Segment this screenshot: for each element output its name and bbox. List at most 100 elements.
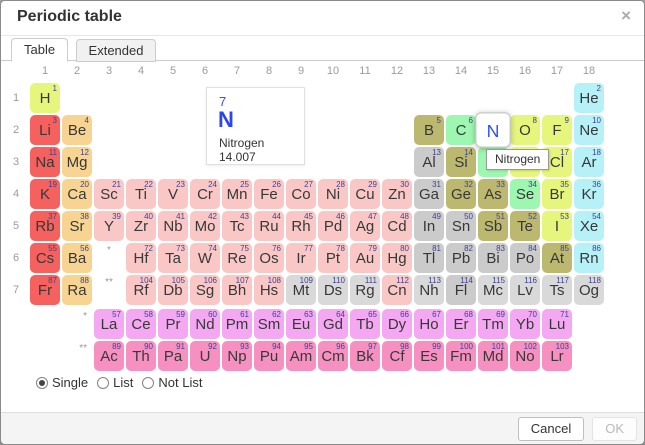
element-cell[interactable]: 77Ir (286, 243, 316, 273)
radio-not-list[interactable]: Not List (142, 375, 202, 390)
element-cell[interactable]: 103Lr (542, 341, 572, 371)
element-cell[interactable]: 109Mt (286, 275, 316, 305)
element-cell[interactable]: 104Rf (126, 275, 156, 305)
element-cell[interactable]: 74W (190, 243, 220, 273)
element-cell[interactable]: 36Kr (574, 179, 604, 209)
element-cell[interactable]: 78Pt (318, 243, 348, 273)
element-cell[interactable]: 110Ds (318, 275, 348, 305)
element-cell[interactable]: 86Rn (574, 243, 604, 273)
element-cell[interactable]: 63Eu (286, 309, 316, 339)
element-cell[interactable]: 89Ac (94, 341, 124, 371)
element-cell[interactable]: 64Gd (318, 309, 348, 339)
element-cell[interactable]: 25Mn (222, 179, 252, 209)
element-cell[interactable]: 10Ne (574, 115, 604, 145)
element-cell[interactable]: 117Ts (542, 275, 572, 305)
element-cell[interactable]: 82Pb (446, 243, 476, 273)
element-cell[interactable]: 32Ge (446, 179, 476, 209)
element-cell[interactable]: 111Rg (350, 275, 380, 305)
element-cell[interactable]: 81Tl (414, 243, 444, 273)
element-cell[interactable]: 48Cd (382, 211, 412, 241)
element-cell[interactable]: 84Po (510, 243, 540, 273)
element-cell[interactable]: 65Tb (350, 309, 380, 339)
element-cell[interactable]: 87Fr (30, 275, 60, 305)
element-cell[interactable]: 73Ta (158, 243, 188, 273)
element-cell[interactable]: 53I (542, 211, 572, 241)
element-cell[interactable]: 35Br (542, 179, 572, 209)
element-cell[interactable]: 29Cu (350, 179, 380, 209)
element-cell[interactable]: 26Fe (254, 179, 284, 209)
element-cell[interactable]: 59Pr (158, 309, 188, 339)
element-cell[interactable]: 46Pd (318, 211, 348, 241)
element-cell[interactable]: 102No (510, 341, 540, 371)
element-cell[interactable]: 101Md (478, 341, 508, 371)
element-cell[interactable]: 11Na (30, 147, 60, 177)
element-cell[interactable]: 56Ba (62, 243, 92, 273)
element-cell[interactable]: 27Co (286, 179, 316, 209)
tab-table[interactable]: Table (11, 38, 68, 62)
radio-single[interactable]: Single (36, 375, 88, 390)
element-cell[interactable]: 91Pa (158, 341, 188, 371)
element-cell[interactable]: 54Xe (574, 211, 604, 241)
element-cell[interactable]: 1H (30, 83, 60, 113)
element-cell[interactable]: 41Nb (158, 211, 188, 241)
cancel-button[interactable]: Cancel (518, 417, 584, 441)
element-cell[interactable]: 22Ti (126, 179, 156, 209)
element-cell[interactable]: 30Zn (382, 179, 412, 209)
element-cell[interactable]: 61Pm (222, 309, 252, 339)
close-icon[interactable]: × (621, 7, 631, 24)
element-cell[interactable]: 105Db (158, 275, 188, 305)
element-cell[interactable]: 49In (414, 211, 444, 241)
element-cell[interactable]: 114Fl (446, 275, 476, 305)
element-cell[interactable]: 99Es (414, 341, 444, 371)
element-cell[interactable]: 71Lu (542, 309, 572, 339)
element-cell[interactable]: 96Cm (318, 341, 348, 371)
element-cell[interactable]: 115Mc (478, 275, 508, 305)
element-cell[interactable]: 66Dy (382, 309, 412, 339)
element-cell[interactable]: 72Hf (126, 243, 156, 273)
element-cell[interactable]: 40Zr (126, 211, 156, 241)
element-cell[interactable]: 20Ca (62, 179, 92, 209)
element-cell[interactable]: 33As (478, 179, 508, 209)
element-cell[interactable]: 94Pu (254, 341, 284, 371)
element-cell[interactable]: 3Li (30, 115, 60, 145)
element-cell[interactable]: 34Se (510, 179, 540, 209)
element-cell[interactable]: 4Be (62, 115, 92, 145)
element-cell[interactable]: 79Au (350, 243, 380, 273)
element-cell[interactable]: 100Fm (446, 341, 476, 371)
element-cell[interactable]: 68Er (446, 309, 476, 339)
ok-button[interactable]: OK (592, 417, 637, 441)
element-cell[interactable]: 88Ra (62, 275, 92, 305)
element-cell[interactable]: 52Te (510, 211, 540, 241)
radio-icon[interactable] (36, 377, 48, 389)
element-cell[interactable]: 75Re (222, 243, 252, 273)
element-cell[interactable]: 12Mg (62, 147, 92, 177)
element-cell[interactable]: 2He (574, 83, 604, 113)
element-cell[interactable]: 116Lv (510, 275, 540, 305)
element-cell[interactable]: 70Yb (510, 309, 540, 339)
element-cell[interactable]: 8O (510, 115, 540, 145)
element-cell[interactable]: 55Cs (30, 243, 60, 273)
element-cell[interactable]: N (475, 112, 510, 147)
element-cell[interactable]: 42Mo (190, 211, 220, 241)
radio-list[interactable]: List (97, 375, 133, 390)
element-cell[interactable]: 95Am (286, 341, 316, 371)
element-cell[interactable]: 50Sn (446, 211, 476, 241)
element-cell[interactable]: 57La (94, 309, 124, 339)
element-cell[interactable]: 62Sm (254, 309, 284, 339)
element-cell[interactable]: 80Hg (382, 243, 412, 273)
element-cell[interactable]: 90Th (126, 341, 156, 371)
element-cell[interactable]: 85At (542, 243, 572, 273)
element-cell[interactable]: 93Np (222, 341, 252, 371)
element-cell[interactable]: 9F (542, 115, 572, 145)
element-cell[interactable]: 60Nd (190, 309, 220, 339)
element-cell[interactable]: 98Cf (382, 341, 412, 371)
element-cell[interactable]: 38Sr (62, 211, 92, 241)
element-cell[interactable]: 28Ni (318, 179, 348, 209)
element-cell[interactable]: 47Ag (350, 211, 380, 241)
element-cell[interactable]: 19K (30, 179, 60, 209)
element-cell[interactable]: 106Sg (190, 275, 220, 305)
element-cell[interactable]: 92U (190, 341, 220, 371)
element-cell[interactable]: 113Nh (414, 275, 444, 305)
element-cell[interactable]: 37Rb (30, 211, 60, 241)
element-cell[interactable]: 67Ho (414, 309, 444, 339)
